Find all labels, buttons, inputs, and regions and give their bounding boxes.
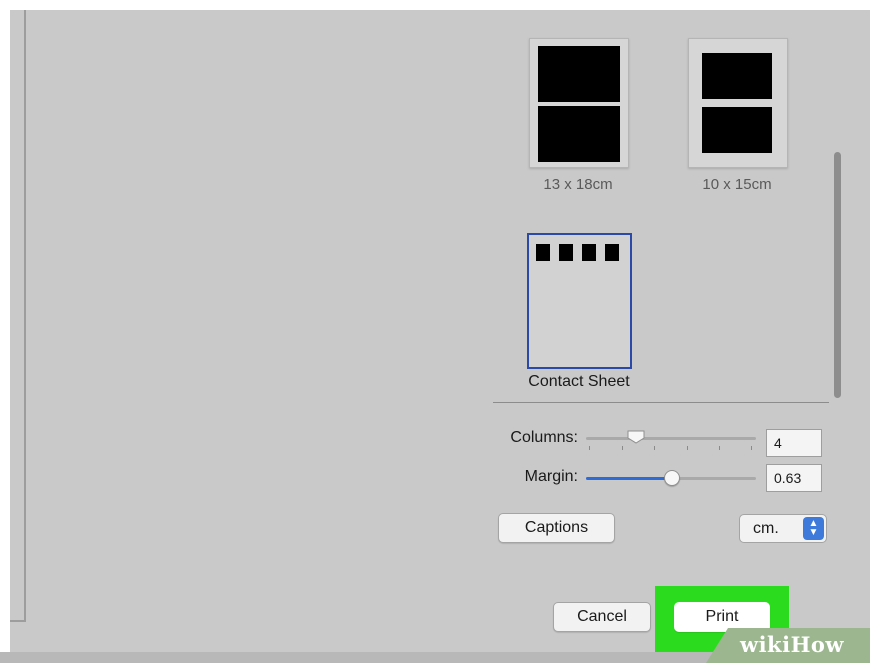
columns-slider-knob[interactable] — [627, 430, 645, 444]
layout-photo — [702, 53, 772, 99]
margin-slider-fill — [586, 477, 672, 480]
captions-button[interactable]: Captions — [498, 513, 615, 543]
margin-field[interactable]: 0.63 — [766, 464, 822, 492]
layouts-scrollbar[interactable] — [834, 152, 841, 398]
contact-sheet-cell — [536, 244, 550, 261]
layout-photo — [538, 46, 620, 102]
window-left-edge — [0, 0, 10, 663]
margin-slider-knob[interactable] — [664, 470, 680, 486]
layout-10x15-label: 10 x 15cm — [702, 176, 772, 193]
columns-slider-track — [586, 437, 756, 440]
units-select[interactable]: cm. ▲ ▼ — [739, 514, 827, 543]
slider-tick — [654, 446, 655, 450]
layout-contact-sheet-thumbnail[interactable] — [527, 233, 632, 369]
window-top-edge — [0, 0, 870, 10]
layout-photo — [702, 107, 772, 153]
columns-slider[interactable] — [586, 430, 756, 454]
layout-13x18-label: 13 x 18cm — [543, 176, 613, 193]
wikihow-watermark: wikiHow — [706, 628, 870, 663]
watermark-text: wikiHow — [740, 632, 845, 657]
section-divider — [493, 402, 829, 403]
slider-tick — [622, 446, 623, 450]
contact-sheet-cell — [582, 244, 596, 261]
slider-tick — [589, 446, 590, 450]
contact-sheet-cell — [605, 244, 619, 261]
layout-13x18-thumbnail[interactable] — [529, 38, 629, 168]
margin-label: Margin: — [524, 468, 578, 485]
chevron-up-down-icon: ▲ ▼ — [803, 517, 824, 540]
preview-pane-border — [24, 10, 26, 622]
contact-sheet-cell — [559, 244, 573, 261]
layout-10x15-thumbnail[interactable] — [688, 38, 788, 168]
units-select-value: cm. — [753, 520, 779, 537]
columns-label: Columns: — [510, 429, 578, 446]
columns-field[interactable]: 4 — [766, 429, 822, 457]
slider-tick — [687, 446, 688, 450]
layout-photo — [538, 106, 620, 162]
preview-pane-border-bottom — [10, 620, 26, 622]
cancel-button[interactable]: Cancel — [553, 602, 651, 632]
margin-slider[interactable] — [586, 468, 756, 488]
layout-contact-sheet-label: Contact Sheet — [528, 373, 630, 390]
slider-tick — [719, 446, 720, 450]
slider-tick — [751, 446, 752, 450]
